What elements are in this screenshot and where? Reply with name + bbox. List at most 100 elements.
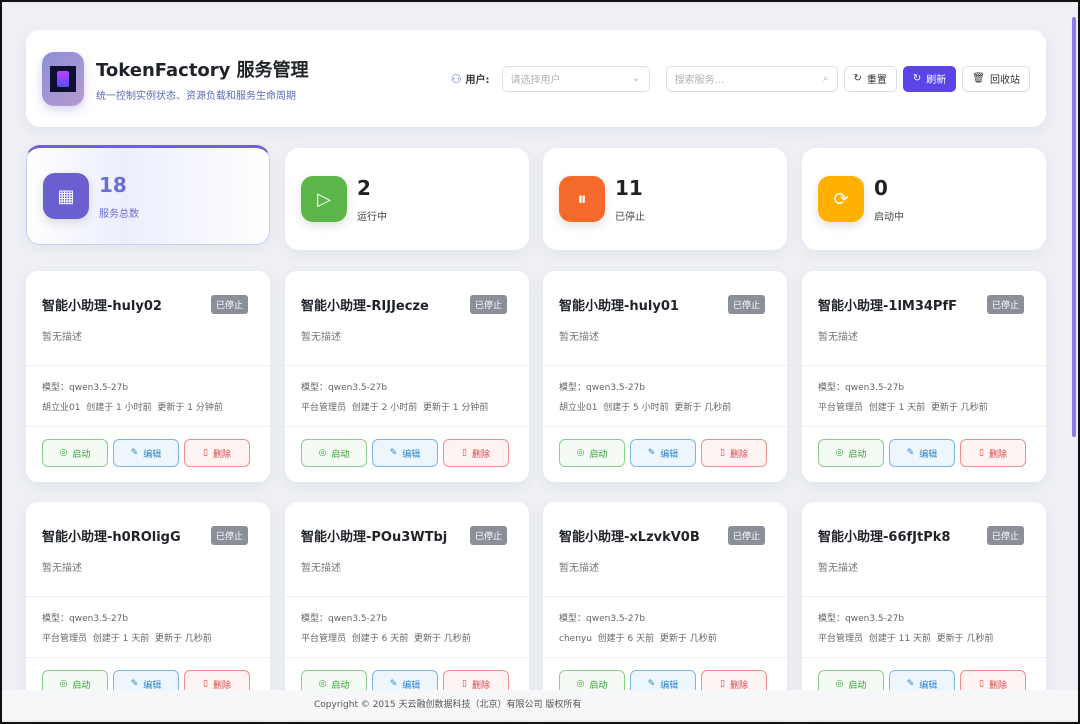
start-label: 启动 xyxy=(331,449,350,460)
delete-label: 删除 xyxy=(212,449,231,460)
delete-button[interactable]: ▯ 删除 xyxy=(701,439,767,467)
start-label: 启动 xyxy=(848,449,867,460)
play-circle-icon: ◎ xyxy=(59,679,68,689)
delete-label: 删除 xyxy=(212,680,231,691)
user-icon: ⚇ xyxy=(450,71,462,86)
stat-value: 11 xyxy=(615,175,643,200)
service-owner: 平台管理员 xyxy=(301,634,347,644)
play-circle-icon: ◎ xyxy=(835,448,844,458)
service-description: 暂无描述 xyxy=(559,332,599,343)
pencil-icon: ✎ xyxy=(906,679,915,689)
play-circle-icon: ◎ xyxy=(59,448,68,458)
edit-button[interactable]: ✎ 编辑 xyxy=(630,439,696,467)
refresh-icon: ↻ xyxy=(912,73,922,84)
status-badge: 已停止 xyxy=(986,526,1024,545)
edit-button[interactable]: ✎ 编辑 xyxy=(372,439,438,467)
edit-label: 编辑 xyxy=(402,449,421,460)
page-subtitle: 统一控制实例状态、资源负载和服务生命周期 xyxy=(96,90,296,102)
edit-label: 编辑 xyxy=(919,680,938,691)
edit-button[interactable]: ✎ 编辑 xyxy=(889,439,955,467)
service-description: 暂无描述 xyxy=(818,332,858,343)
service-created: 创建于 2 小时前 xyxy=(351,403,418,413)
reset-label: 重置 xyxy=(866,75,887,86)
service-description: 暂无描述 xyxy=(301,563,341,574)
delete-label: 删除 xyxy=(988,680,1007,691)
start-button[interactable]: ◎ 启动 xyxy=(559,439,625,467)
play-circle-icon: ▷ xyxy=(301,176,347,222)
status-badge: 已停止 xyxy=(210,295,248,314)
service-updated: 更新于 几秒前 xyxy=(154,634,212,644)
delete-button[interactable]: ▯ 删除 xyxy=(443,439,509,467)
trash-icon: ▯ xyxy=(203,679,208,689)
pause-circle-icon: ⏸ xyxy=(559,176,605,222)
service-owner: 胡立业01 xyxy=(42,403,81,413)
reset-button[interactable]: ↻ 重置 xyxy=(843,65,897,92)
trash-icon: ▯ xyxy=(462,448,467,458)
service-card: 智能小助理-huly02 已停止 暂无描述 模型：qwen3.5-27b 胡立业… xyxy=(26,271,270,482)
service-card: 智能小助理-huly01 已停止 暂无描述 模型：qwen3.5-27b 胡立业… xyxy=(543,271,787,482)
service-description: 暂无描述 xyxy=(42,563,82,574)
pencil-icon: ✎ xyxy=(647,448,656,458)
status-badge: 已停止 xyxy=(727,295,765,314)
service-description: 暂无描述 xyxy=(301,332,341,343)
service-created: 创建于 5 小时前 xyxy=(603,403,669,413)
service-card: 智能小助理-h0ROligG 已停止 暂无描述 模型：qwen3.5-27b 平… xyxy=(26,502,270,713)
start-button[interactable]: ◎ 启动 xyxy=(301,439,367,467)
recycle-bin-button[interactable]: 🗑 回收站 xyxy=(962,65,1030,92)
trash-icon: ▯ xyxy=(720,448,725,458)
pencil-icon: ✎ xyxy=(906,448,915,458)
trash-icon: ▯ xyxy=(462,679,467,689)
stat-card[interactable]: ⏸ 11 已停止 xyxy=(543,148,787,250)
refresh-button[interactable]: ↻ 刷新 xyxy=(902,65,957,92)
trash-icon: ▯ xyxy=(979,679,984,689)
service-name: 智能小助理-xLzvkV0B xyxy=(559,530,700,545)
user-select-placeholder: 请选择用户 xyxy=(510,75,561,86)
service-model: 模型：qwen3.5-27b xyxy=(559,614,646,624)
start-label: 启动 xyxy=(72,680,91,691)
play-circle-icon: ◎ xyxy=(576,448,585,458)
service-created: 创建于 1 小时前 xyxy=(86,403,152,413)
edit-label: 编辑 xyxy=(402,680,421,691)
service-name: 智能小助理-RIJJecze xyxy=(301,299,429,314)
stat-label: 运行中 xyxy=(357,211,387,223)
service-owner: 平台管理员 xyxy=(818,634,864,644)
user-select[interactable]: 请选择用户 ⌄ xyxy=(501,65,650,92)
service-updated: 更新于 几秒前 xyxy=(936,634,994,644)
service-model: 模型：qwen3.5-27b xyxy=(42,614,129,624)
stat-label: 已停止 xyxy=(615,211,645,223)
pencil-icon: ✎ xyxy=(389,679,398,689)
start-label: 启动 xyxy=(72,449,91,460)
service-model: 模型：qwen3.5-27b xyxy=(42,383,129,393)
service-card: 智能小助理-POu3WTbj 已停止 暂无描述 模型：qwen3.5-27b 平… xyxy=(285,502,529,713)
service-name: 智能小助理-huly01 xyxy=(559,299,679,314)
start-button[interactable]: ◎ 启动 xyxy=(818,439,884,467)
edit-button[interactable]: ✎ 编辑 xyxy=(113,439,179,467)
search-input[interactable]: 搜索服务... ⌕ xyxy=(665,65,838,92)
stat-card[interactable]: ⟳ 0 启动中 xyxy=(802,148,1046,250)
service-updated: 更新于 几秒前 xyxy=(659,634,717,644)
start-button[interactable]: ◎ 启动 xyxy=(42,439,108,467)
stat-card[interactable]: ▷ 2 运行中 xyxy=(285,148,529,250)
service-name: 智能小助理-1lM34PfF xyxy=(818,299,957,314)
pencil-icon: ✎ xyxy=(389,448,398,458)
service-model: 模型：qwen3.5-27b xyxy=(818,614,905,624)
service-owner: 平台管理员 xyxy=(301,403,347,413)
user-label: 用户: xyxy=(465,75,490,86)
trash-icon: ▯ xyxy=(979,448,984,458)
service-created: 创建于 6 天前 xyxy=(351,634,409,644)
delete-button[interactable]: ▯ 删除 xyxy=(184,439,250,467)
refresh-label: 刷新 xyxy=(926,75,947,86)
service-updated: 更新于 几秒前 xyxy=(674,403,732,413)
scrollbar[interactable] xyxy=(1072,17,1076,437)
delete-button[interactable]: ▯ 删除 xyxy=(960,439,1026,467)
stat-value: 2 xyxy=(357,175,371,200)
stat-card[interactable]: ▦ 18 服务总数 xyxy=(26,145,270,245)
service-model: 模型：qwen3.5-27b xyxy=(818,383,905,393)
trash-icon: 🗑 xyxy=(972,73,985,84)
service-name: 智能小助理-66fJtPk8 xyxy=(818,530,951,545)
delete-label: 删除 xyxy=(471,449,490,460)
delete-label: 删除 xyxy=(988,449,1007,460)
service-created: 创建于 11 天前 xyxy=(868,634,931,644)
status-badge: 已停止 xyxy=(469,526,507,545)
stat-value: 0 xyxy=(874,175,888,200)
